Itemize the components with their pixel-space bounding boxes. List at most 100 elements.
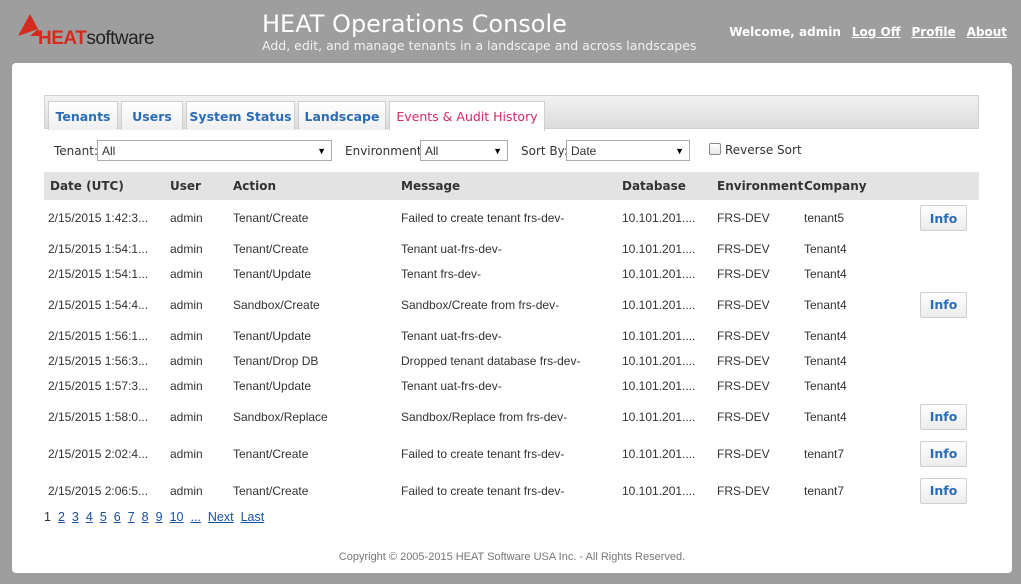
table-row[interactable]: 2/15/2015 1:58:0... admin Sandbox/Replace S…	[44, 398, 979, 435]
dropdown-arrow-icon: ▼	[493, 146, 502, 156]
cell-database: 10.101.201....	[622, 446, 696, 461]
tenant-select-value: All	[102, 144, 116, 158]
cell-company: Tenant4	[804, 328, 847, 343]
cell-action: Sandbox/Create	[233, 297, 320, 312]
cell-database: 10.101.201....	[622, 211, 696, 225]
page-link-7[interactable]: 7	[128, 510, 135, 524]
sort-by-label: Sort By:	[521, 144, 568, 158]
cell-message: Tenant frs-dev-	[401, 266, 482, 281]
cell-database: 10.101.201....	[622, 378, 696, 393]
cell-user: admin	[170, 409, 203, 424]
current-page: 1	[44, 510, 51, 524]
column-header-action[interactable]: Action	[233, 179, 276, 193]
tab-users[interactable]: Users	[121, 101, 183, 130]
cell-user: admin	[170, 297, 203, 312]
column-header-message[interactable]: Message	[401, 179, 460, 193]
page-link-5[interactable]: 5	[100, 510, 107, 524]
cell-date: 2/15/2015 2:06:5...	[48, 483, 149, 498]
page-link-next[interactable]: Next	[208, 510, 234, 524]
cell-date: 2/15/2015 2:02:4...	[48, 446, 149, 461]
page-link-3[interactable]: 3	[72, 510, 79, 524]
info-button[interactable]: Info	[920, 440, 967, 467]
cell-environment: FRS-DEV	[717, 409, 770, 424]
cell-company: Tenant4	[804, 241, 847, 256]
dropdown-arrow-icon: ▼	[675, 146, 684, 156]
page-link-2[interactable]: 2	[58, 510, 65, 524]
cell-message: Dropped tenant database frs-dev-	[401, 353, 581, 368]
cell-action: Tenant/Update	[233, 266, 312, 281]
cell-company: tenant7	[804, 483, 845, 498]
sort-by-select-value: Date	[571, 144, 597, 158]
cell-date: 2/15/2015 1:56:1...	[48, 328, 149, 343]
tab-bar: Tenants Users System Status Landscape Ev…	[44, 95, 979, 131]
cell-message: Sandbox/Create from frs-dev-	[401, 297, 560, 312]
cell-date: 2/15/2015 1:54:1...	[48, 241, 149, 256]
table-row[interactable]: 2/15/2015 1:54:1... admin Tenant/Update Ten…	[44, 261, 979, 286]
column-header-environment[interactable]: Environment	[717, 179, 803, 193]
info-button[interactable]: Info	[920, 205, 967, 231]
cell-message: Tenant uat-frs-dev-	[401, 378, 502, 393]
table-row[interactable]: 2/15/2015 1:54:4... admin Sandbox/Create Sa…	[44, 286, 979, 323]
column-header-database[interactable]: Database	[622, 179, 686, 193]
cell-company: Tenant4	[804, 409, 847, 424]
cell-environment: FRS-DEV	[717, 483, 770, 498]
table-row[interactable]: 2/15/2015 1:57:3... admin Tenant/Update Ten…	[44, 373, 979, 398]
info-button[interactable]: Info	[920, 477, 967, 504]
tenant-select[interactable]: All ▼	[97, 140, 332, 161]
cell-company: Tenant4	[804, 378, 847, 393]
cell-action: Tenant/Create	[233, 483, 309, 498]
cell-environment: FRS-DEV	[717, 378, 770, 393]
tab-system-status[interactable]: System Status	[186, 101, 295, 130]
profile-link[interactable]: Profile	[911, 25, 955, 39]
tab-tenants[interactable]: Tenants	[48, 101, 118, 130]
table-row[interactable]: 2/15/2015 2:06:5... admin Tenant/Create Fai…	[44, 472, 979, 509]
user-bar: Welcome, admin Log Off Profile About	[718, 25, 1007, 39]
cell-date: 2/15/2015 1:56:3...	[48, 353, 149, 368]
about-link[interactable]: About	[967, 25, 1007, 39]
cell-company: tenant7	[804, 446, 845, 461]
cell-action: Tenant/Drop DB	[233, 353, 319, 368]
info-button[interactable]: Info	[920, 291, 967, 318]
cell-database: 10.101.201....	[622, 483, 696, 498]
cell-message: Failed to create tenant frs-dev-	[401, 446, 565, 461]
cell-message: Failed to create tenant frs-dev-	[401, 211, 565, 225]
table-row[interactable]: 2/15/2015 1:56:1... admin Tenant/Update Ten…	[44, 323, 979, 348]
app-subtitle: Add, edit, and manage tenants in a lands…	[262, 38, 697, 53]
tenant-filter-label: Tenant:	[54, 144, 98, 158]
cell-user: admin	[170, 241, 203, 256]
page-link-10[interactable]: 10	[170, 510, 184, 524]
table-row[interactable]: 2/15/2015 1:56:3... admin Tenant/Drop DB Dr…	[44, 348, 979, 373]
table-row[interactable]: 2/15/2015 2:02:4... admin Tenant/Create Fai…	[44, 435, 979, 472]
cell-environment: FRS-DEV	[717, 446, 770, 461]
cell-date: 2/15/2015 1:54:1...	[48, 266, 149, 281]
cell-company: tenant5	[804, 211, 845, 225]
page-link-9[interactable]: 9	[156, 510, 163, 524]
log-off-link[interactable]: Log Off	[852, 25, 901, 39]
sort-by-select[interactable]: Date ▼	[566, 140, 690, 161]
column-header-date[interactable]: Date (UTC)	[50, 179, 124, 193]
cell-date: 2/15/2015 1:58:0...	[48, 409, 149, 424]
environment-select[interactable]: All ▼	[420, 140, 508, 161]
page-link-6[interactable]: 6	[114, 510, 121, 524]
cell-database: 10.101.201....	[622, 241, 696, 256]
tab-landscape[interactable]: Landscape	[298, 101, 386, 130]
cell-environment: FRS-DEV	[717, 297, 770, 312]
page-link-4[interactable]: 4	[86, 510, 93, 524]
column-header-user[interactable]: User	[170, 179, 201, 193]
app-title: HEAT Operations Console	[262, 10, 567, 38]
page-link-last[interactable]: Last	[241, 510, 265, 524]
table-row[interactable]: 2/15/2015 1:42:3... admin Tenant/Create Fai…	[44, 200, 979, 236]
heat-logo: HEATsoftware	[18, 14, 168, 49]
page-link-more[interactable]: ...	[190, 510, 200, 524]
column-header-company[interactable]: Company	[804, 179, 867, 193]
reverse-sort-checkbox[interactable]	[709, 143, 721, 155]
reverse-sort-label[interactable]: Reverse Sort	[725, 143, 802, 157]
page-link-8[interactable]: 8	[142, 510, 149, 524]
info-button[interactable]: Info	[920, 403, 967, 430]
tab-events-audit-history[interactable]: Events & Audit History	[389, 101, 545, 131]
table-row[interactable]: 2/15/2015 1:54:1... admin Tenant/Create Ten…	[44, 236, 979, 261]
cell-environment: FRS-DEV	[717, 241, 770, 256]
cell-date: 2/15/2015 1:54:4...	[48, 297, 149, 312]
events-table: Date (UTC) User Action Message Database …	[44, 172, 979, 509]
environment-select-value: All	[425, 144, 439, 158]
